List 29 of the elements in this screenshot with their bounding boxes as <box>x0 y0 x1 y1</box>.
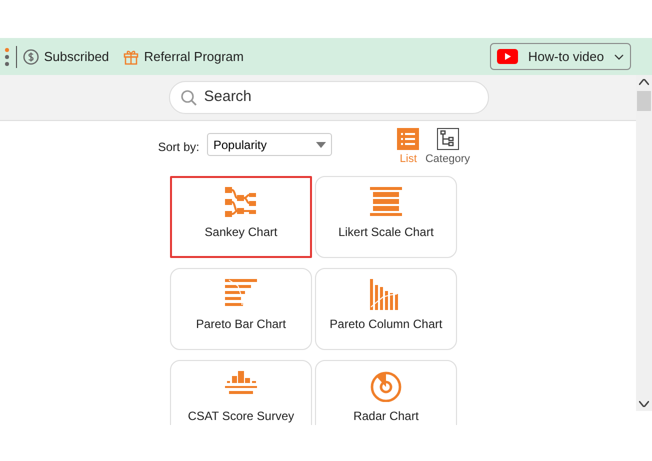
scroll-up-icon[interactable] <box>639 79 649 85</box>
dollar-coin-icon <box>23 48 39 64</box>
search-icon <box>180 88 198 106</box>
sort-dropdown[interactable]: Popularity <box>207 133 332 156</box>
chart-card[interactable]: Sankey Chart <box>170 176 312 258</box>
chart-card[interactable]: Pareto Bar Chart <box>170 268 312 350</box>
chart-card[interactable]: CSAT Score Survey <box>170 360 312 425</box>
sort-label: Sort by: <box>158 139 200 156</box>
how-to-video-button[interactable]: How-to video <box>490 43 631 70</box>
likert-chart-icon <box>370 186 402 218</box>
hierarchy-icon <box>436 128 459 150</box>
scroll-down-icon[interactable] <box>639 401 649 407</box>
subscribed-label: Subscribed <box>44 48 110 66</box>
gift-icon <box>123 48 140 64</box>
more-icon[interactable] <box>4 46 10 66</box>
scroll-thumb[interactable] <box>637 91 651 111</box>
chevron-down-icon <box>614 54 624 60</box>
scrollbar[interactable] <box>636 75 652 411</box>
search-box[interactable]: Search <box>169 81 489 114</box>
radar-chart-icon <box>370 370 402 402</box>
play-icon <box>497 49 518 64</box>
category-view-tab[interactable]: Category <box>425 128 470 168</box>
chart-card[interactable]: Likert Scale Chart <box>315 176 457 258</box>
list-icon <box>397 128 420 150</box>
sankey-chart-icon <box>225 186 257 218</box>
referral-link[interactable]: Referral Program <box>144 46 244 66</box>
chart-card[interactable]: Radar Chart <box>315 360 457 425</box>
chart-card[interactable]: Pareto Column Chart <box>315 268 457 350</box>
caret-icon <box>316 142 326 148</box>
